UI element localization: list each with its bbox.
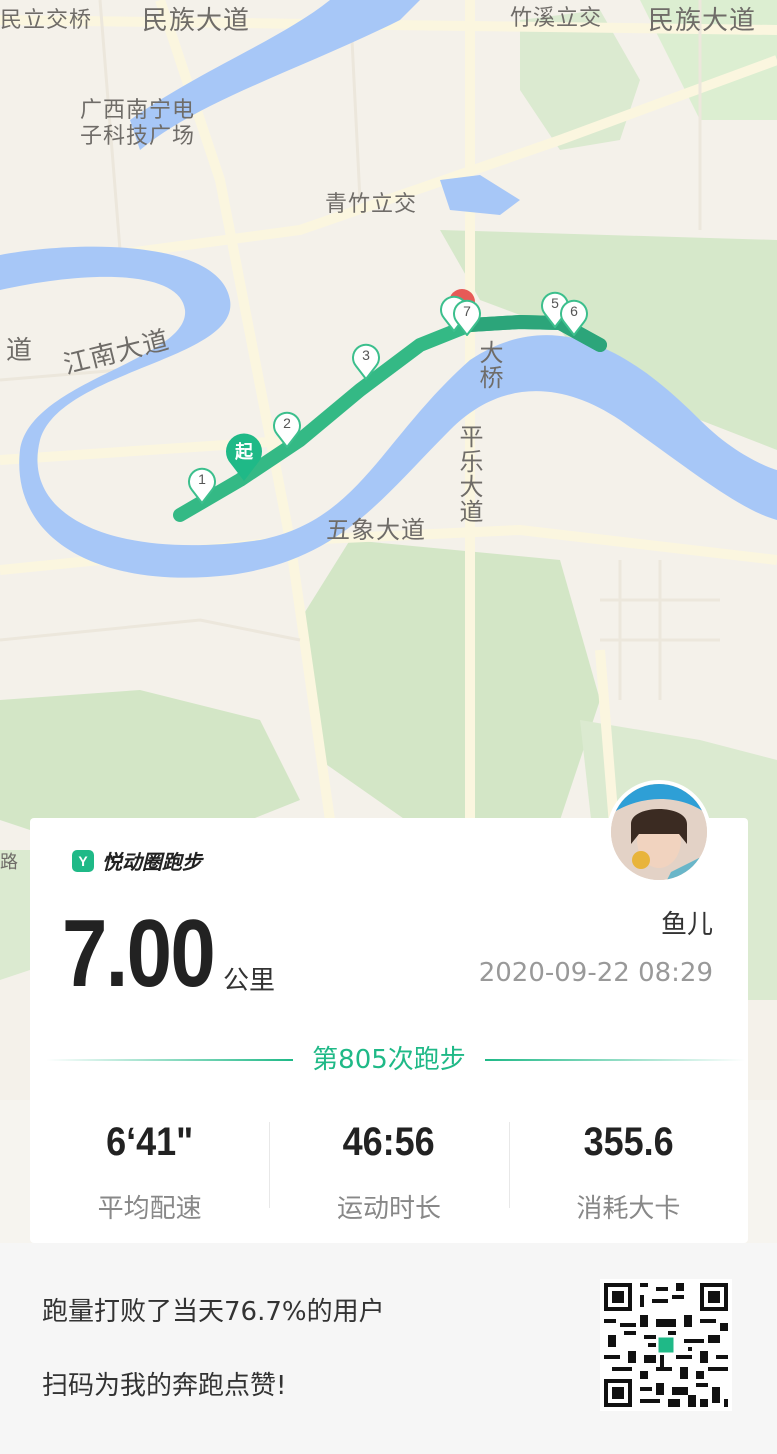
username: 鱼儿 xyxy=(660,910,713,940)
run-datetime: 2020-09-22 08:29 xyxy=(478,958,713,988)
map-label: 民立交桥 xyxy=(0,8,93,33)
km-marker: 6 xyxy=(559,298,589,337)
brand-name: 悦动圈跑步 xyxy=(102,850,202,874)
map-label: 民族大道 xyxy=(142,6,251,36)
share-footer: 跑量打败了当天76.7%的用户 扫码为我的奔跑点赞! xyxy=(0,1243,777,1454)
beat-percentage-text: 跑量打败了当天76.7%的用户 xyxy=(42,1297,385,1327)
stat-calories: 355.6 消耗大卡 xyxy=(508,1108,748,1228)
km-marker: 7 xyxy=(452,298,482,337)
map-label: 道 xyxy=(6,336,34,366)
map-label: 青竹立交 xyxy=(325,192,418,217)
map-label: 子科技广场 xyxy=(80,124,196,149)
qr-code[interactable] xyxy=(600,1279,732,1411)
start-marker: 起 xyxy=(224,432,264,482)
avatar[interactable] xyxy=(607,780,711,884)
map-label: 平乐大道 xyxy=(455,424,483,524)
stat-value: 355.6 xyxy=(583,1120,674,1164)
run-count-divider: 第805次跑步 xyxy=(30,1040,748,1080)
scan-prompt-text: 扫码为我的奔跑点赞! xyxy=(42,1371,287,1401)
stat-label: 消耗大卡 xyxy=(576,1194,681,1224)
map-label: 竹溪立交 xyxy=(510,6,603,31)
run-count: 第805次跑步 xyxy=(312,1045,466,1075)
km-marker: 1 xyxy=(187,466,217,505)
map-label: 路 xyxy=(0,852,19,873)
map-label: 大桥 xyxy=(475,340,503,390)
brand: Y 悦动圈跑步 xyxy=(72,846,202,875)
stat-value: 46:56 xyxy=(342,1120,436,1164)
stat-duration: 46:56 运动时长 xyxy=(269,1108,508,1228)
brand-logo-icon: Y xyxy=(72,849,94,872)
map-label: 五象大道 xyxy=(326,516,426,544)
run-summary-card: Y 悦动圈跑步 7.00 公里 鱼儿 2020-09-22 08:29 第805… xyxy=(30,780,748,1243)
divider-line xyxy=(46,1059,293,1061)
divider-line xyxy=(485,1059,745,1061)
km-marker: 2 xyxy=(272,410,302,449)
stat-label: 运动时长 xyxy=(336,1194,441,1224)
distance-unit: 公里 xyxy=(223,966,276,996)
stat-pace: 6‘41" 平均配速 xyxy=(30,1108,269,1228)
km-marker: 3 xyxy=(351,342,381,381)
distance-value: 7.00 xyxy=(62,900,216,1007)
stat-value: 6‘41" xyxy=(106,1120,194,1164)
map-label: 民族大道 xyxy=(648,6,757,36)
stat-label: 平均配速 xyxy=(97,1194,202,1224)
stats-row: 6‘41" 平均配速 46:56 运动时长 355.6 消耗大卡 xyxy=(30,1108,748,1228)
